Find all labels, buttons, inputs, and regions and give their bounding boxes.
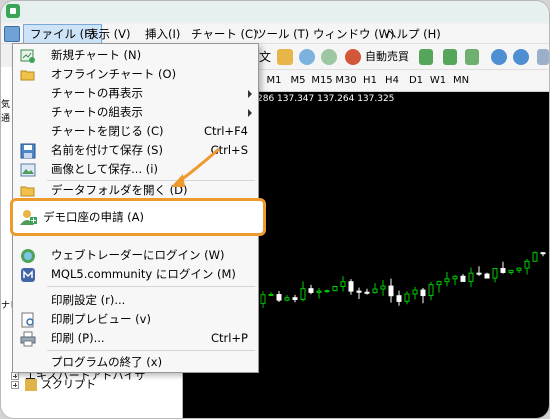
app-window: ファイル (F) 表示 (V) 挿入(I) チャート (C) ツール (T) ウ… [0, 0, 550, 419]
callout-arrow [171, 147, 220, 187]
